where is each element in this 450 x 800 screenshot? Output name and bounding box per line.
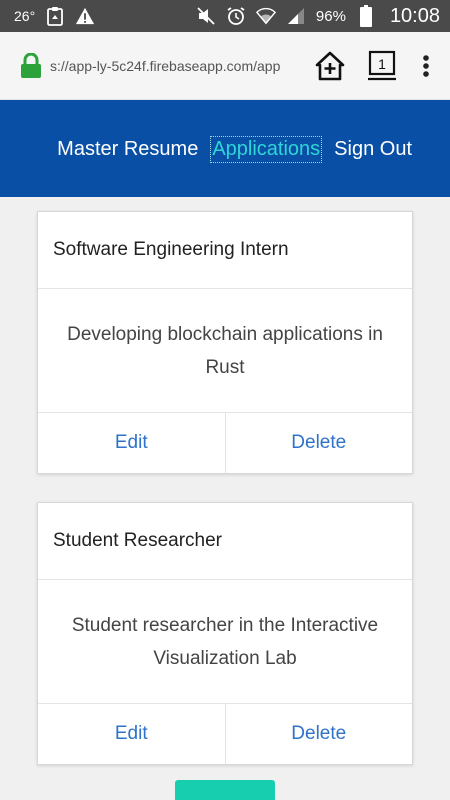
application-card: Student Researcher Student researcher in…	[37, 502, 413, 765]
status-time: 10:08	[389, 4, 440, 27]
edit-button[interactable]: Edit	[38, 704, 225, 764]
tabs-count: 1	[378, 56, 386, 72]
edit-button[interactable]: Edit	[38, 413, 225, 473]
status-left: 26°	[14, 6, 95, 26]
card-actions: Edit Delete	[38, 704, 412, 764]
status-temperature: 26°	[14, 8, 36, 24]
nav-applications[interactable]: Applications	[210, 136, 323, 163]
signal-icon	[286, 6, 306, 26]
alarm-icon	[226, 6, 246, 26]
battery-icon	[356, 5, 376, 27]
wifi-icon	[255, 6, 276, 26]
card-description-text: Developing blockchain applications in Ru…	[67, 323, 383, 378]
warning-icon	[75, 6, 95, 26]
delete-button[interactable]: Delete	[224, 704, 412, 764]
application-card: Software Engineering Intern Developing b…	[37, 211, 413, 474]
delete-button[interactable]: Delete	[224, 413, 412, 473]
applications-list: Software Engineering Intern Developing b…	[0, 197, 450, 765]
tabs-count-icon[interactable]: 1	[362, 46, 402, 86]
add-application-button[interactable]	[175, 780, 275, 800]
status-bar: 26° 96% 10:08	[0, 0, 450, 32]
lock-icon[interactable]	[18, 52, 44, 79]
card-title: Student Researcher	[38, 503, 412, 580]
mute-icon	[196, 6, 216, 26]
nav-master-resume[interactable]: Master Resume	[57, 138, 198, 161]
browser-bar: s://app-ly-5c24f.firebaseapp.com/app 1	[0, 32, 450, 100]
card-actions: Edit Delete	[38, 413, 412, 473]
card-title: Software Engineering Intern	[38, 212, 412, 289]
battery-percentage: 96%	[315, 7, 346, 25]
clipboard-recycle-icon	[45, 6, 65, 26]
app-nav-bar: Master Resume Applications Sign Out	[0, 100, 450, 197]
overflow-menu-icon[interactable]	[412, 46, 440, 86]
card-description: Student researcher in the Interactive Vi…	[38, 580, 412, 704]
card-description-text: Student researcher in the Interactive Vi…	[71, 614, 379, 669]
status-right: 96% 10:08	[196, 5, 440, 28]
add-to-home-icon[interactable]	[310, 46, 350, 86]
card-description: Developing blockchain applications in Ru…	[38, 289, 412, 413]
nav-sign-out[interactable]: Sign Out	[334, 138, 412, 161]
url-field[interactable]: s://app-ly-5c24f.firebaseapp.com/app	[50, 58, 302, 74]
